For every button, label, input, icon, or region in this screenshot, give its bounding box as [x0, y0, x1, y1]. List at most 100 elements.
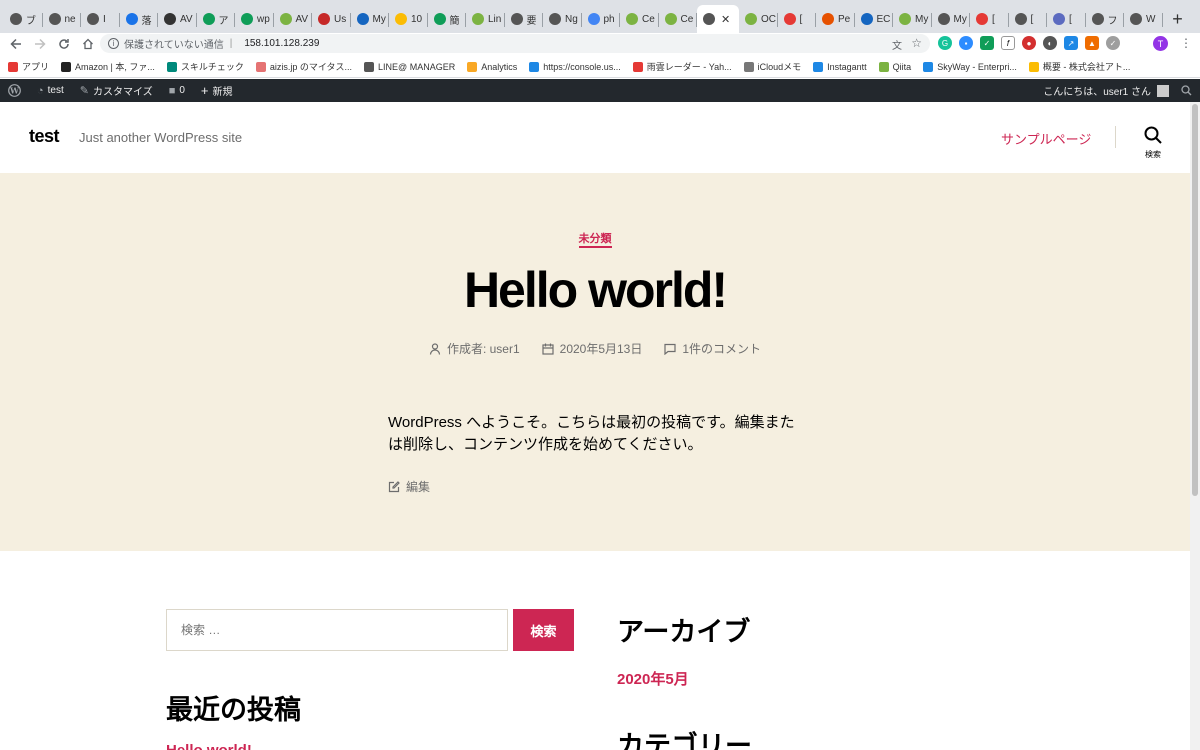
- tab-favicon-icon: [472, 13, 484, 25]
- back-button[interactable]: [4, 33, 28, 55]
- tab[interactable]: 簡: [428, 5, 467, 33]
- chrome-menu-icon[interactable]: ⋮: [1180, 36, 1192, 50]
- bookmark-item[interactable]: iCloudメモ: [743, 60, 801, 73]
- tab[interactable]: ne: [43, 5, 82, 33]
- tab-label: Us: [334, 13, 347, 25]
- tab[interactable]: AV: [274, 5, 313, 33]
- tab[interactable]: 落: [120, 5, 159, 33]
- tab-active[interactable]: ✕: [697, 5, 739, 33]
- tab[interactable]: Ng: [543, 5, 582, 33]
- post-comments[interactable]: 1件のコメント: [664, 340, 761, 357]
- category-link[interactable]: 未分類: [578, 233, 612, 248]
- tab-favicon-icon: [48, 13, 61, 25]
- bookmark-item[interactable]: Amazon | 本, ファ...: [61, 60, 155, 73]
- tab[interactable]: OC: [739, 5, 778, 33]
- bookmark-item[interactable]: Qiita: [878, 61, 911, 72]
- tab-favicon-icon: [356, 13, 369, 25]
- admin-customize[interactable]: ✎ カスタマイズ: [72, 79, 161, 102]
- tab[interactable]: AV: [158, 5, 197, 33]
- tab[interactable]: 要: [505, 5, 544, 33]
- recent-post-link[interactable]: Hello world!: [166, 742, 252, 750]
- tab[interactable]: My: [351, 5, 390, 33]
- admin-account[interactable]: こんにちは、user1 さん: [1035, 79, 1173, 102]
- bookmark-item[interactable]: 概要 - 株式会社アト...: [1028, 60, 1130, 73]
- grey-check-extension-icon[interactable]: ✓: [1106, 36, 1120, 50]
- reload-button[interactable]: [52, 33, 76, 55]
- widget-search-button[interactable]: 検索: [513, 609, 574, 651]
- wp-logo-menu[interactable]: W: [0, 79, 29, 102]
- tab[interactable]: Pe: [816, 5, 855, 33]
- archive-link[interactable]: 2020年5月: [617, 668, 689, 689]
- tab[interactable]: [: [970, 5, 1009, 33]
- tab[interactable]: EC: [855, 5, 894, 33]
- tab[interactable]: [: [778, 5, 817, 33]
- bookmark-item[interactable]: 雨雲レーダー - Yah...: [632, 60, 732, 73]
- bookmarks-bar: アプリ Amazon | 本, ファ... スキルチェック aizis.jp のマイタ…: [0, 56, 1200, 78]
- tab-favicon-icon: [703, 13, 715, 25]
- grammarly-icon[interactable]: G: [938, 36, 952, 50]
- admin-search[interactable]: [1173, 79, 1200, 102]
- edit-post-link[interactable]: 編集: [388, 478, 430, 495]
- arrow-extension-icon[interactable]: ↗: [1064, 36, 1078, 50]
- tab[interactable]: Us: [312, 5, 351, 33]
- scrollbar-thumb[interactable]: [1192, 104, 1198, 496]
- off-badge-extension-icon[interactable]: ◐: [1043, 36, 1057, 50]
- tab[interactable]: W: [1124, 5, 1163, 33]
- new-tab-button[interactable]: +: [1163, 5, 1193, 33]
- tab[interactable]: My: [932, 5, 971, 33]
- nav-divider: [1115, 126, 1116, 148]
- formula-extension-icon[interactable]: f: [1001, 36, 1015, 50]
- tab[interactable]: 10: [389, 5, 428, 33]
- info-icon[interactable]: i: [108, 38, 119, 49]
- tab[interactable]: [: [1009, 5, 1048, 33]
- tab[interactable]: Ce: [620, 5, 659, 33]
- home-button[interactable]: [76, 33, 100, 55]
- tab-favicon-icon: [279, 13, 292, 25]
- tab[interactable]: I: [81, 5, 120, 33]
- tab-label: フ: [1107, 15, 1118, 27]
- bookmark-item[interactable]: SkyWay - Enterpri...: [923, 61, 1017, 72]
- bookmark-item[interactable]: aizis.jp のマイタス...: [255, 60, 352, 73]
- address-bar[interactable]: i 保護されていない通信 | 158.101.128.239 文 ☆: [100, 34, 930, 53]
- bookmark-item[interactable]: LINE@ MANAGER: [364, 61, 455, 72]
- orange-extension-icon[interactable]: ▲: [1085, 36, 1099, 50]
- bookmark-item[interactable]: https://console.us...: [529, 61, 621, 72]
- tab[interactable]: ア: [197, 5, 236, 33]
- tab[interactable]: Lin: [466, 5, 505, 33]
- recent-posts-title: 最近の投稿: [166, 695, 301, 725]
- nav-sample-page[interactable]: サンプルページ: [1001, 129, 1091, 148]
- tab[interactable]: Ce: [659, 5, 698, 33]
- tab[interactable]: My: [893, 5, 932, 33]
- tab[interactable]: フ: [1086, 5, 1125, 33]
- bookmark-item[interactable]: Instagantt: [813, 61, 867, 72]
- tab[interactable]: ph: [582, 5, 621, 33]
- tab[interactable]: wp: [235, 5, 274, 33]
- post-date[interactable]: 2020年5月13日: [542, 340, 642, 357]
- zoom-icon[interactable]: ▪: [959, 36, 973, 50]
- bookmark-item[interactable]: アプリ: [8, 60, 49, 73]
- tab[interactable]: ブ: [4, 5, 43, 33]
- browser-toolbar: i 保護されていない通信 | 158.101.128.239 文 ☆ G ▪ ✓…: [0, 33, 1200, 55]
- bookmark-favicon-icon: [166, 61, 177, 72]
- site-title[interactable]: test: [29, 126, 60, 147]
- bookmark-item[interactable]: スキルチェック: [166, 60, 244, 73]
- tab-favicon-icon: [1091, 13, 1104, 25]
- admin-site-name[interactable]: ◔ test: [29, 79, 72, 102]
- bookmark-favicon-icon: [529, 61, 540, 72]
- red-badge-extension-icon[interactable]: ●: [1022, 36, 1036, 50]
- bookmark-item[interactable]: Analytics: [467, 61, 517, 72]
- search-toggle-button[interactable]: 検索: [1140, 126, 1166, 160]
- tab[interactable]: [: [1047, 5, 1086, 33]
- tab-label: ne: [64, 13, 76, 25]
- checkmark-extension-icon[interactable]: ✓: [980, 36, 994, 50]
- bookmark-star-icon[interactable]: ☆: [911, 36, 922, 50]
- profile-avatar[interactable]: T: [1153, 36, 1168, 51]
- translate-icon[interactable]: 文: [892, 37, 902, 52]
- admin-comments-count: 0: [179, 85, 185, 96]
- forward-button[interactable]: [28, 33, 52, 55]
- post-author[interactable]: 作成者: user1: [429, 340, 520, 357]
- admin-comments[interactable]: ■ 0: [161, 79, 193, 102]
- close-tab-icon[interactable]: ✕: [721, 13, 730, 26]
- widget-search-input[interactable]: [166, 609, 508, 651]
- admin-new[interactable]: + 新規: [193, 79, 241, 102]
